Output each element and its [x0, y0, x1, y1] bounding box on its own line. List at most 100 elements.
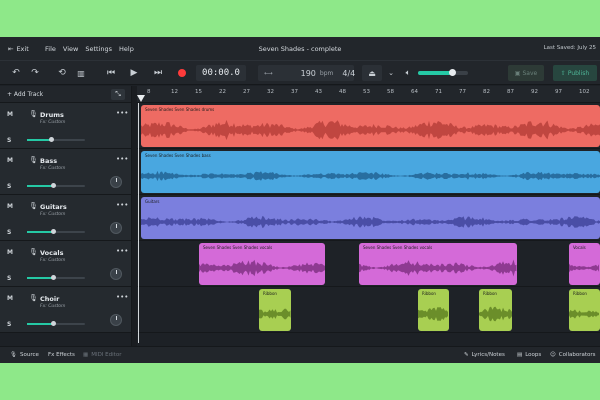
tempo-panel[interactable]: ⟷ 190 bpm 4/4	[258, 65, 356, 81]
clip-waveform	[479, 306, 512, 322]
forward-button[interactable]: ⏭	[151, 65, 165, 81]
save-button[interactable]: ▣ Save	[508, 65, 544, 81]
track-fx[interactable]: Fx: Custom	[40, 212, 65, 217]
solo-button[interactable]: S	[7, 137, 11, 144]
more-options-icon[interactable]: •••	[116, 155, 128, 163]
collaborators-tab[interactable]: ☺ Collaborators	[550, 352, 596, 358]
track-volume-slider[interactable]	[27, 137, 85, 142]
mute-button[interactable]: M	[7, 295, 13, 302]
track-name: Guitars	[40, 203, 67, 211]
keyboard-icon: ▦	[83, 352, 89, 358]
track-header-bass[interactable]: M S 🎙︎ Bass Fx: Custom •••	[0, 149, 131, 195]
loop-button[interactable]: ⟲	[54, 65, 70, 81]
clip-label: Seven Shades Sven Shades drums	[145, 107, 215, 112]
timeline-lanes: Seven Shades Sven Shades drums Seven Sha…	[137, 103, 600, 343]
clip-choir-4[interactable]: Ribbon	[569, 289, 600, 331]
rewind-button[interactable]: ⏮	[104, 65, 118, 81]
playhead-marker[interactable]	[137, 95, 145, 102]
solo-button[interactable]: S	[7, 183, 11, 190]
tuner-button[interactable]: ⏏	[362, 65, 382, 81]
mute-button[interactable]: M	[7, 111, 13, 118]
source-tab[interactable]: 🎙︎ Source	[10, 352, 39, 358]
lane-drums[interactable]: Seven Shades Sven Shades drums	[137, 103, 600, 149]
pan-knob[interactable]	[110, 268, 122, 280]
lane-choir[interactable]: Ribbon Ribbon Ribbon Ribbon	[137, 287, 600, 333]
source-label: Source	[19, 352, 39, 358]
mute-button[interactable]: M	[7, 157, 13, 164]
mute-button[interactable]: M	[7, 203, 13, 210]
clip-drums[interactable]: Seven Shades Sven Shades drums	[141, 105, 600, 147]
loops-tab[interactable]: ▤ Loops	[517, 352, 541, 358]
track-fx[interactable]: Fx: Custom	[40, 258, 65, 263]
track-fx[interactable]: Fx: Custom	[40, 166, 65, 171]
time-signature: 4/4	[342, 68, 356, 78]
master-volume-slider[interactable]	[418, 69, 468, 76]
clip-guitars[interactable]: Guitars	[141, 197, 600, 239]
metronome-button[interactable]: ▥	[74, 65, 88, 81]
clip-choir-3[interactable]: Ribbon	[479, 289, 512, 331]
master-volume-knob[interactable]	[449, 69, 456, 76]
clip-vocals-1[interactable]: Seven Shades Sven Shades vocals	[199, 243, 325, 285]
add-track-label: + Add Track	[7, 91, 44, 98]
track-fx[interactable]: Fx: Custom	[40, 120, 65, 125]
tempo-unit: bpm	[319, 69, 334, 77]
fx-effects-tab[interactable]: Fx Effects	[48, 352, 75, 358]
pan-knob[interactable]	[110, 314, 122, 326]
track-name: Bass	[40, 157, 58, 165]
track-volume-knob[interactable]	[51, 183, 57, 188]
solo-button[interactable]: S	[7, 229, 11, 236]
more-options-icon[interactable]: •••	[116, 293, 128, 301]
more-options-icon[interactable]: •••	[116, 109, 128, 117]
track-volume-fill	[27, 139, 52, 141]
lane-bass[interactable]: Seven Shades Sven Shades bass	[137, 149, 600, 195]
track-volume-slider[interactable]	[27, 275, 85, 280]
ruler-tick: 22	[219, 89, 226, 95]
clip-waveform	[569, 263, 599, 273]
track-volume-knob[interactable]	[49, 137, 55, 142]
skip-back-icon: ⏮	[106, 68, 116, 78]
solo-button[interactable]: S	[7, 321, 11, 328]
lane-guitars[interactable]: Guitars	[137, 195, 600, 241]
clip-vocals-2[interactable]: Seven Shades Sven Shades vocals	[359, 243, 517, 285]
more-options-icon[interactable]: •••	[116, 201, 128, 209]
midi-editor-tab[interactable]: ▦ MIDI Editor	[83, 352, 121, 358]
clip-choir-1[interactable]: Ribbon	[259, 289, 291, 331]
undo-icon: ↶	[12, 68, 20, 78]
track-volume-slider[interactable]	[27, 183, 85, 188]
more-options-icon[interactable]: •••	[116, 247, 128, 255]
track-header-choir[interactable]: M S 🎙︎ Choir Fx: Custom •••	[0, 287, 131, 333]
add-track-button[interactable]: + Add Track	[7, 91, 43, 98]
pan-knob[interactable]	[110, 176, 122, 188]
tuner-dropdown[interactable]: ⌄	[385, 65, 397, 81]
clip-label: Ribbon	[573, 291, 587, 296]
track-volume-knob[interactable]	[51, 321, 57, 326]
track-volume-slider[interactable]	[27, 321, 85, 326]
ruler-tick: 92	[531, 89, 538, 95]
collapse-tracks-button[interactable]: ⤡	[111, 89, 125, 100]
record-button[interactable]	[175, 65, 189, 81]
track-volume-slider[interactable]	[27, 229, 85, 234]
track-volume-knob[interactable]	[51, 229, 57, 234]
clip-bass[interactable]: Seven Shades Sven Shades bass	[141, 151, 600, 193]
redo-button[interactable]: ↷	[28, 65, 42, 81]
undo-button[interactable]: ↶	[9, 65, 23, 81]
track-fx[interactable]: Fx: Custom	[40, 304, 65, 309]
publish-button[interactable]: ⇧ Publish	[553, 65, 597, 81]
mic-icon: 🎙︎	[29, 248, 38, 256]
timeline-ruler[interactable]: 8121522273237434853586471778287929710210…	[137, 86, 600, 103]
clip-label: Guitars	[145, 199, 160, 204]
mic-icon: 🎙︎	[29, 156, 38, 164]
track-header-drums[interactable]: M S 🎙︎ Drums Fx: Custom •••	[0, 103, 131, 149]
track-volume-knob[interactable]	[51, 275, 57, 280]
track-header-vocals[interactable]: M S 🎙︎ Vocals Fx: Custom •••	[0, 241, 131, 287]
track-header-guitars[interactable]: M S 🎙︎ Guitars Fx: Custom •••	[0, 195, 131, 241]
clip-choir-2[interactable]: Ribbon	[418, 289, 449, 331]
lane-vocals[interactable]: Seven Shades Sven Shades vocals Seven Sh…	[137, 241, 600, 287]
pan-knob[interactable]	[110, 222, 122, 234]
solo-button[interactable]: S	[7, 275, 11, 282]
mute-button[interactable]: M	[7, 249, 13, 256]
play-button[interactable]: ▶	[127, 65, 141, 81]
lyrics-notes-tab[interactable]: ✎ Lyrics/Notes	[464, 352, 505, 358]
clip-waveform	[418, 307, 448, 321]
clip-vocals-3[interactable]: Vocals	[569, 243, 600, 285]
